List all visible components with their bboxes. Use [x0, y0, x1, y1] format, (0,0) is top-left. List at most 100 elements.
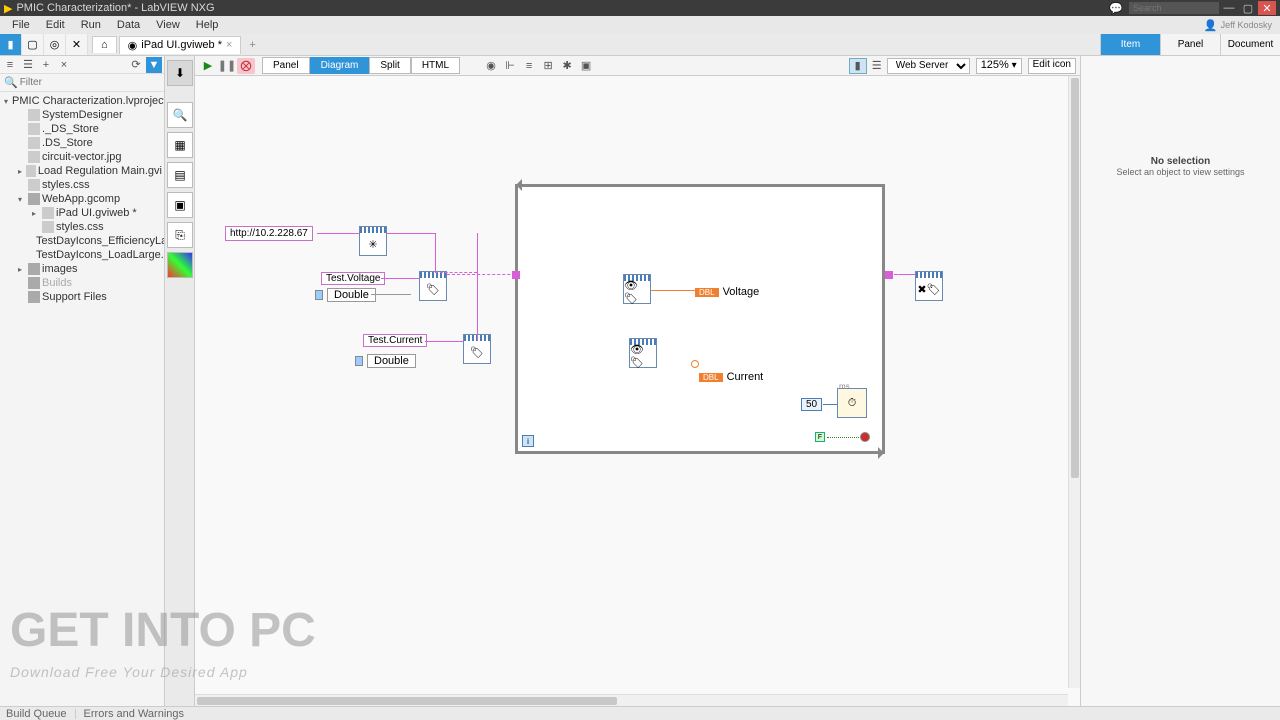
wire [823, 404, 837, 405]
menu-data[interactable]: Data [109, 19, 148, 31]
indicator-voltage[interactable]: DBLVoltage [695, 286, 759, 298]
filter-toggle-icon[interactable]: ▼ [146, 57, 162, 73]
canvas-scrollbar-horizontal[interactable] [195, 694, 1068, 706]
view-tree-icon[interactable]: ☰ [20, 57, 36, 73]
palette-numeric-icon[interactable]: ▣ [167, 192, 193, 218]
label-voltage-tag[interactable]: Test.Voltage [321, 272, 385, 285]
tree-item[interactable]: TestDayIcons_LoadLarge.png [0, 248, 164, 262]
tools-button[interactable]: ✕ [66, 34, 88, 55]
abort-button[interactable]: ⨂ [237, 58, 255, 74]
open-button[interactable]: ▢ [22, 34, 44, 55]
add-item-icon[interactable]: + [38, 57, 54, 73]
tree-item[interactable]: ▸Load Regulation Main.gvi [0, 164, 164, 178]
indicator-current[interactable]: DBLCurrent [699, 371, 763, 383]
node-register-tag-voltage[interactable]: 🏷 [419, 271, 447, 301]
menu-file[interactable]: File [4, 19, 38, 31]
palette-connect-icon[interactable]: ⎘ [167, 222, 193, 248]
edit-icon-button[interactable]: Edit icon [1028, 58, 1076, 74]
new-tab-button[interactable]: + [243, 37, 261, 53]
palette-search-icon[interactable]: 🔍 [167, 102, 193, 128]
refresh-icon[interactable]: ⟳ [128, 57, 144, 73]
datatype-voltage[interactable]: Double [315, 288, 376, 302]
layout-a-icon[interactable]: ▮ [849, 58, 867, 74]
palette-collapse-icon[interactable]: ⬇ [167, 60, 193, 86]
canvas-scrollbar-vertical[interactable] [1068, 76, 1080, 688]
menu-edit[interactable]: Edit [38, 19, 73, 31]
home-tab[interactable]: ⌂ [92, 36, 117, 53]
inspector-tab-panel[interactable]: Panel [1160, 34, 1220, 55]
global-search-input[interactable] [1129, 2, 1219, 14]
tree-item[interactable]: ▸images [0, 262, 164, 276]
inspector-tab-item[interactable]: Item [1100, 34, 1160, 55]
viewtab-diagram[interactable]: Diagram [310, 57, 370, 74]
tree-item[interactable]: circuit-vector.jpg [0, 150, 164, 164]
viewtab-panel[interactable]: Panel [262, 57, 310, 74]
tab-close-icon[interactable]: × [226, 39, 232, 51]
tree-item[interactable]: .DS_Store [0, 136, 164, 150]
menu-view[interactable]: View [148, 19, 188, 31]
menu-run[interactable]: Run [73, 19, 109, 31]
datatype-current[interactable]: Double [355, 354, 416, 368]
window-title: PMIC Characterization* - LabVIEW NXG [16, 2, 214, 14]
numeric-constant-ms[interactable]: 50 [801, 398, 822, 411]
close-button[interactable]: ✕ [1258, 1, 1276, 15]
distribute-icon[interactable]: ⊞ [539, 58, 557, 74]
group-icon[interactable]: ▣ [577, 58, 595, 74]
chat-icon[interactable]: 💬 [1109, 2, 1123, 15]
zoom-dropdown[interactable]: 125% ▾ [976, 58, 1022, 74]
inspector-tab-document[interactable]: Document [1220, 34, 1280, 55]
pause-button[interactable]: ❚❚ [218, 58, 236, 74]
palette-structures-icon[interactable]: ▦ [167, 132, 193, 158]
tree-item[interactable]: Support Files [0, 290, 164, 304]
watermark: GET INTO PC Download Free Your Desired A… [10, 603, 316, 680]
diagram-canvas[interactable]: http://10.2.228.67 ✳ Test.Voltage Double… [195, 76, 1080, 706]
tunnel-icon [512, 271, 520, 279]
viewtab-html[interactable]: HTML [411, 57, 460, 74]
palette-array-icon[interactable]: ▤ [167, 162, 193, 188]
cleanup-icon[interactable]: ✱ [558, 58, 576, 74]
inspector-heading: No selection [1151, 156, 1210, 167]
wire [425, 341, 463, 342]
tree-item[interactable]: styles.css [0, 220, 164, 234]
node-wait-ms[interactable]: ⏱ [837, 388, 867, 418]
viewtab-split[interactable]: Split [369, 57, 410, 74]
tree-root[interactable]: ▾PMIC Characterization.lvproject * [0, 94, 164, 108]
label-current-tag[interactable]: Test.Current [363, 334, 427, 347]
wire [827, 437, 859, 438]
align-left-icon[interactable]: ⊩ [501, 58, 519, 74]
layout-b-icon[interactable]: ☰ [868, 58, 886, 74]
node-read-tag-voltage[interactable]: 👁🏷 [623, 274, 651, 304]
string-constant-url[interactable]: http://10.2.228.67 [225, 226, 313, 241]
palette-color-icon[interactable] [167, 252, 193, 278]
tree-item[interactable]: ._DS_Store [0, 122, 164, 136]
bool-constant-false[interactable]: F [815, 432, 825, 442]
view-list-icon[interactable]: ≡ [2, 57, 18, 73]
server-dropdown[interactable]: Web Server [887, 58, 970, 74]
menu-help[interactable]: Help [188, 19, 227, 31]
tree-item[interactable]: ▾WebApp.gcomp [0, 192, 164, 206]
tree-item[interactable]: styles.css [0, 178, 164, 192]
wire [890, 274, 915, 275]
node-open-tag[interactable]: ✳ [359, 226, 387, 256]
node-read-tag-current[interactable]: 👁🏷 [629, 338, 657, 368]
run-button[interactable]: ▶ [199, 58, 217, 74]
while-loop[interactable]: i [515, 184, 885, 454]
filter-bar: 🔍 [0, 74, 164, 92]
status-errors[interactable]: Errors and Warnings [84, 708, 184, 720]
node-close-tag[interactable]: ✖🏷 [915, 271, 943, 301]
status-build-queue[interactable]: Build Queue [6, 708, 67, 720]
align-center-icon[interactable]: ≡ [520, 58, 538, 74]
new-button[interactable]: ▮ [0, 34, 22, 55]
target-button[interactable]: ◎ [44, 34, 66, 55]
filter-input[interactable] [20, 77, 160, 88]
document-tab[interactable]: ◉ iPad UI.gviweb * × [119, 36, 242, 54]
tree-item[interactable]: SystemDesigner [0, 108, 164, 122]
remove-item-icon[interactable]: × [56, 57, 72, 73]
tree-item[interactable]: TestDayIcons_EfficiencyLar... [0, 234, 164, 248]
tree-item[interactable]: ▸iPad UI.gviweb * [0, 206, 164, 220]
maximize-button[interactable]: ▢ [1239, 1, 1257, 15]
minimize-button[interactable]: — [1220, 1, 1238, 15]
wire [387, 233, 435, 234]
breakpoint-icon[interactable]: ◉ [482, 58, 500, 74]
tree-item[interactable]: Builds [0, 276, 164, 290]
